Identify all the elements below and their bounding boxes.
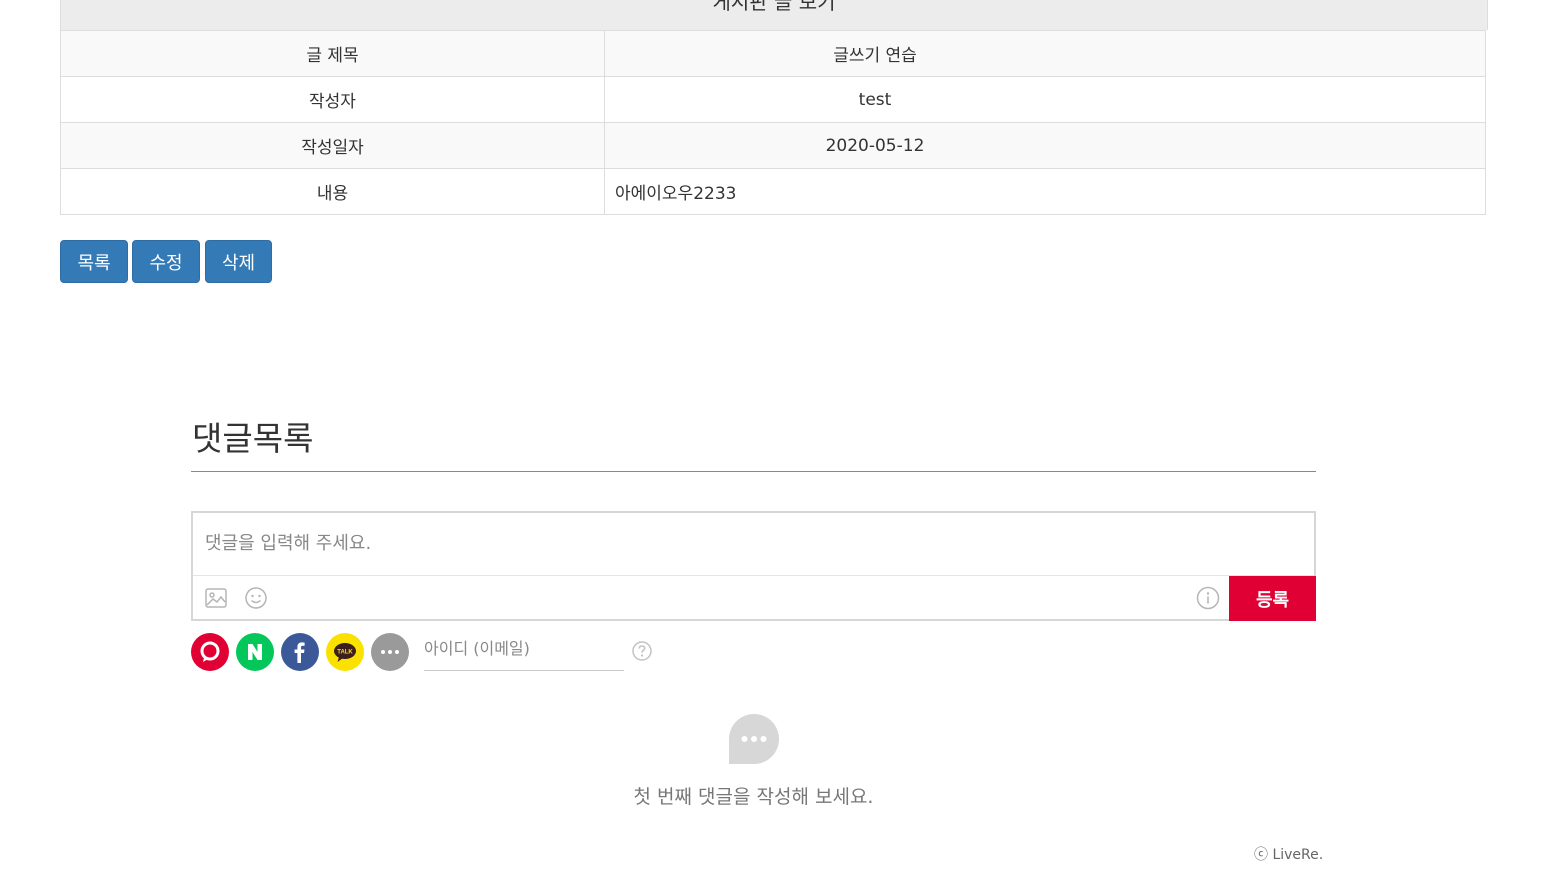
table-row: 글 제목 글쓰기 연습 (60, 30, 1486, 77)
page-header: 게시판 글 보기 (60, 0, 1488, 30)
comment-toolbar (193, 575, 1314, 620)
livere-credit[interactable]: ⓒ LiveRe. (1254, 844, 1323, 864)
emoticon-icon[interactable] (244, 586, 268, 610)
date-value: 2020-05-12 (604, 122, 1486, 169)
svg-text:TALK: TALK (337, 650, 353, 656)
post-detail-table: 글 제목 글쓰기 연습 작성자 test 작성일자 2020-05-12 내용 … (60, 30, 1486, 215)
naver-icon[interactable] (236, 633, 274, 671)
content-label: 내용 (60, 168, 605, 215)
facebook-icon[interactable] (281, 633, 319, 671)
divider (191, 471, 1316, 472)
chat-bubble-icon (729, 714, 779, 764)
kakao-talk-icon[interactable]: TALK (326, 633, 364, 671)
help-icon[interactable] (632, 641, 652, 661)
delete-button[interactable]: 삭제 (205, 240, 272, 283)
info-icon[interactable] (1196, 586, 1220, 610)
livere-icon[interactable] (191, 633, 229, 671)
content-value: 아에이오우2233 (604, 168, 1486, 215)
list-button[interactable]: 목록 (60, 240, 128, 283)
table-row: 작성일자 2020-05-12 (60, 122, 1486, 169)
image-icon[interactable] (204, 586, 228, 610)
title-label: 글 제목 (60, 30, 605, 77)
author-value: test (604, 76, 1486, 123)
comment-editor: 댓글을 입력해 주세요. (191, 511, 1316, 621)
comment-input[interactable]: 댓글을 입력해 주세요. (205, 529, 371, 555)
title-value: 글쓰기 연습 (604, 30, 1486, 77)
page-title: 게시판 글 보기 (712, 0, 836, 14)
date-label: 작성일자 (60, 122, 605, 169)
comments-title: 댓글목록 (192, 419, 314, 458)
email-field[interactable]: 아이디 (이메일) (424, 636, 624, 671)
edit-button[interactable]: 수정 (132, 240, 200, 283)
submit-comment-button[interactable]: 등록 (1229, 576, 1316, 621)
empty-comments-message: 첫 번째 댓글을 작성해 보세요. (633, 786, 874, 808)
more-icon[interactable] (371, 633, 409, 671)
table-row: 작성자 test (60, 76, 1486, 123)
table-row: 내용 아에이오우2233 (60, 168, 1486, 215)
author-label: 작성자 (60, 76, 605, 123)
